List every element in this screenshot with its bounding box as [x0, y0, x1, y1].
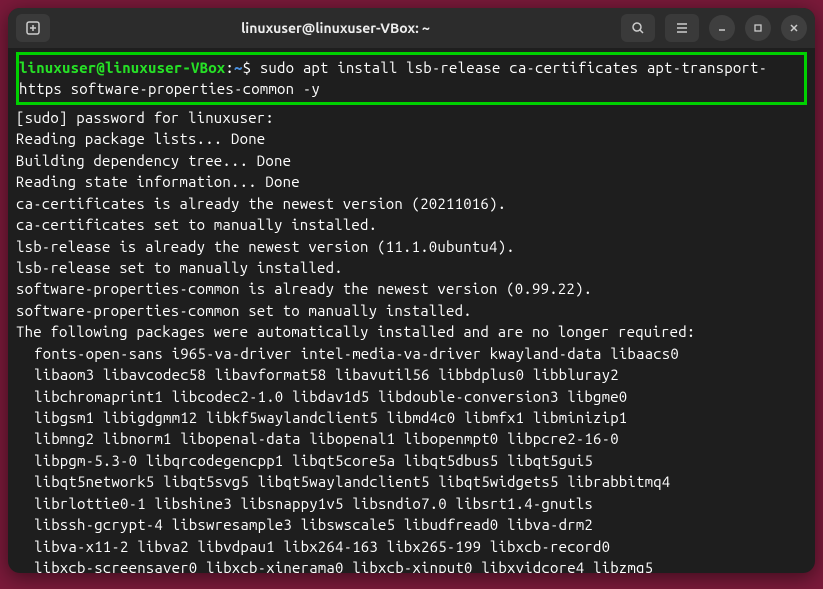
- new-tab-button[interactable]: [16, 14, 50, 42]
- titlebar-left: [16, 14, 50, 42]
- prompt-user-host: linuxuser@linuxuser-VBox: [19, 59, 225, 76]
- minimize-icon: [717, 23, 727, 33]
- package-line: libssh-gcrypt-4 libswresample3 libswscal…: [16, 514, 807, 535]
- output-line: Reading package lists... Done: [16, 128, 807, 149]
- output-line: software-properties-common is already th…: [16, 278, 807, 299]
- package-line: libmng2 libnorm1 libopenal-data libopena…: [16, 428, 807, 449]
- search-button[interactable]: [621, 14, 655, 42]
- maximize-button[interactable]: [745, 15, 771, 41]
- new-tab-icon: [26, 21, 40, 35]
- prompt-dollar: $: [243, 59, 260, 76]
- menu-button[interactable]: [665, 14, 699, 42]
- titlebar: linuxuser@linuxuser-VBox: ~: [8, 8, 815, 48]
- titlebar-right: [621, 14, 807, 42]
- close-icon: [789, 23, 799, 33]
- package-line: libqt5network5 libqt5svg5 libqt5waylandc…: [16, 471, 807, 492]
- output-line: software-properties-common set to manual…: [16, 300, 807, 321]
- terminal-window: linuxuser@linuxuser-VBox: ~: [8, 8, 815, 573]
- output-line: ca-certificates set to manually installe…: [16, 214, 807, 235]
- package-line: libaom3 libavcodec58 libavformat58 libav…: [16, 364, 807, 385]
- package-line: libva-x11-2 libva2 libvdpau1 libx264-163…: [16, 536, 807, 557]
- minimize-button[interactable]: [709, 15, 735, 41]
- prompt-colon: :: [225, 59, 234, 76]
- search-icon: [631, 21, 645, 35]
- output-line: ca-certificates is already the newest ve…: [16, 193, 807, 214]
- prompt-path: ~: [234, 59, 243, 76]
- maximize-icon: [753, 23, 763, 33]
- hamburger-icon: [675, 21, 689, 35]
- output-line: Reading state information... Done: [16, 171, 807, 192]
- package-line: libxcb-screensaver0 libxcb-xinerama0 lib…: [16, 557, 807, 573]
- window-title: linuxuser@linuxuser-VBox: ~: [58, 20, 613, 36]
- command-highlight-box: linuxuser@linuxuser-VBox:~$ sudo apt ins…: [16, 52, 807, 105]
- package-line: libpgm-5.3-0 libqrcodegencpp1 libqt5core…: [16, 450, 807, 471]
- close-button[interactable]: [781, 15, 807, 41]
- terminal-content[interactable]: linuxuser@linuxuser-VBox:~$ sudo apt ins…: [8, 48, 815, 573]
- output-line: The following packages were automaticall…: [16, 321, 807, 342]
- output-line: lsb-release is already the newest versio…: [16, 236, 807, 257]
- output-line: Building dependency tree... Done: [16, 150, 807, 171]
- package-line: librlottie0-1 libshine3 libsnappy1v5 lib…: [16, 493, 807, 514]
- package-line: fonts-open-sans i965-va-driver intel-med…: [16, 343, 807, 364]
- output-line: lsb-release set to manually installed.: [16, 257, 807, 278]
- package-line: libchromaprint1 libcodec2-1.0 libdav1d5 …: [16, 386, 807, 407]
- output-line: [sudo] password for linuxuser:: [16, 107, 807, 128]
- package-line: libgsm1 libigdgmm12 libkf5waylandclient5…: [16, 407, 807, 428]
